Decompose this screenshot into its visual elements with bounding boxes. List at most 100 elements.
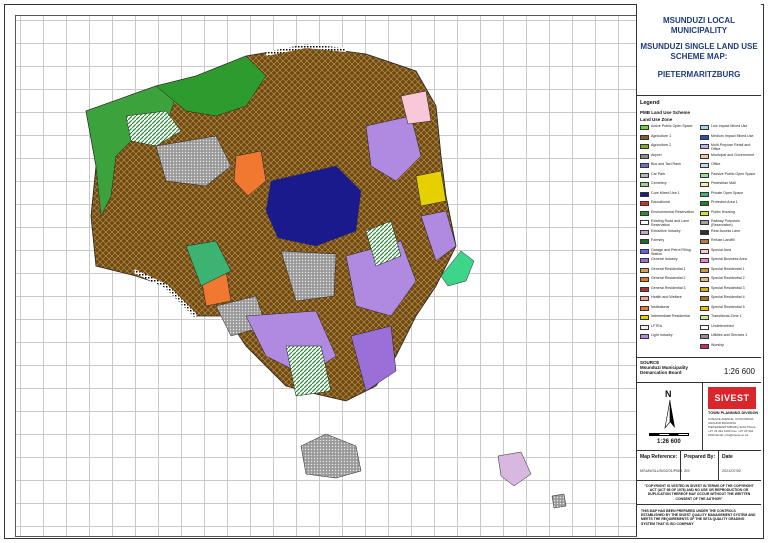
legend-label: Transitional Zone 1 — [711, 314, 742, 318]
legend-swatch — [700, 191, 709, 197]
legend-swatch — [700, 315, 709, 320]
legend-label: Extractive Industry — [651, 228, 681, 233]
north-arrow-icon — [664, 400, 675, 430]
legend-label: Municipal and Government — [711, 152, 754, 157]
legend-swatch — [640, 153, 649, 159]
legend-label: Public Housing — [711, 209, 735, 214]
legend-subheading-zone: Land Use Zone — [640, 117, 673, 122]
date-value: 2021/07/02 — [722, 469, 742, 473]
legend-label: Special Business Area — [711, 257, 747, 261]
legend-label: Health and Welfare — [651, 295, 682, 299]
legend-item: Environmental Reservation — [640, 210, 698, 218]
title-block: MSUNDUZI LOCAL MUNICIPALITY MSUNDUZI SIN… — [637, 4, 761, 96]
source-block: SOURCE Msunduzi Municipality Demarcation… — [637, 358, 761, 383]
legend-item: LFTEA — [640, 324, 698, 332]
copyright-text: "COPYRIGHT IS VESTED IN SIVEST IN TERMS … — [644, 484, 754, 501]
legend-item: Refuse Landfill — [700, 238, 758, 246]
legend-swatch — [640, 125, 649, 130]
prepared-by-value: ZM — [684, 469, 690, 473]
legend-item: Worship — [700, 343, 758, 351]
legend-swatch — [700, 277, 709, 282]
legend-item: Cemetery — [640, 181, 698, 189]
north-scale-text: 1:26 600 — [657, 439, 681, 445]
map-reference-value: MSUN/SLUS/02/01/PMB — [640, 469, 682, 473]
legend-swatch — [640, 315, 649, 320]
legend-label: Worship — [711, 342, 725, 347]
map-reference-cell: Map Reference: MSUN/SLUS/02/01/PMB — [637, 451, 682, 481]
legend-item: Active Public Open Space — [640, 124, 698, 132]
legend-item: Light Industry — [640, 333, 698, 341]
map-frame — [15, 15, 637, 537]
legend-label: Educational — [651, 200, 670, 204]
legend-swatch — [700, 134, 709, 140]
legend-label: Special Residential 3 — [711, 285, 745, 290]
legend-item: Medium Impact Mixed Use — [700, 134, 758, 142]
company-division: TOWN PLANNING DIVISION — [708, 411, 759, 415]
legend-label: Pedestrian Mall — [711, 181, 736, 185]
legend-item: Existing Road and Lane Reservation — [640, 219, 698, 227]
legend-label: Institutional — [651, 304, 670, 309]
legend-swatch — [640, 296, 649, 301]
prepared-by-label: Prepared By: — [684, 454, 716, 460]
municipality-title: MSUNDUZI LOCAL MUNICIPALITY — [663, 16, 735, 35]
legend-label: Cemetery — [651, 181, 667, 185]
legend-label: Special Residential 2 — [711, 276, 745, 280]
company-address: 4 PEACE AVENUE, CONCORDIA ANCHOR BUILDIN… — [708, 417, 757, 437]
legend-swatch — [640, 239, 649, 244]
legend-swatch — [640, 134, 649, 140]
legend-swatch — [640, 248, 649, 254]
legend-swatch — [640, 163, 649, 168]
legend-label: Railway Purposes (Reservation) — [711, 219, 740, 227]
legend-item: Multi-Purpose Retail and Office — [700, 143, 758, 151]
land-use-map — [85, 43, 567, 509]
legend-item: Forestry — [640, 238, 698, 246]
date-cell: Date 2021/07/02 — [719, 451, 761, 481]
legend-item: Bus and Taxi Rank — [640, 162, 698, 170]
legend-swatch — [700, 343, 709, 349]
legend-swatch — [700, 305, 709, 311]
legend-item: General Residential 1 — [640, 267, 698, 275]
legend-label: Utilities and Services 1 — [711, 333, 748, 337]
legend-item: General Industry — [640, 257, 698, 265]
legend-label: Environmental Reservation — [651, 209, 695, 214]
legend-item: Office — [700, 162, 758, 170]
legend-item: Special Residential 3 — [700, 286, 758, 294]
legend-item: Special Residential 5 — [700, 305, 758, 313]
legend-item: Intermediate Residential — [640, 314, 698, 322]
legend-label: Bus and Taxi Rank — [651, 162, 681, 166]
legend-item: Special Area — [700, 248, 758, 256]
legend-item: Rear Access Lane — [700, 229, 758, 237]
legend-swatch — [640, 201, 649, 206]
legend-item: General Residential 2 — [640, 276, 698, 284]
company-brand: SiVEST — [714, 393, 750, 403]
legend-swatch — [700, 239, 709, 244]
legend-swatch — [700, 258, 709, 263]
legend-swatch — [640, 191, 649, 197]
legend-item: Extractive Industry — [640, 229, 698, 237]
legend-swatch — [640, 229, 649, 235]
legend-label: Airport — [651, 152, 662, 157]
legend-item: General Residential 3 — [640, 286, 698, 294]
date-label: Date — [722, 454, 733, 460]
legend-label: Core Mixed Use 1 — [651, 190, 680, 195]
yellow-zone — [415, 170, 447, 207]
map-title: MSUNDUZI SINGLE LAND USE SCHEME MAP: — [640, 42, 758, 61]
legend-label: Rear Access Lane — [711, 228, 741, 233]
legend-item: Special Residential 4 — [700, 295, 758, 303]
legend-label: Protected Area 1 — [711, 200, 738, 204]
legend-swatch — [700, 229, 709, 235]
legend-swatch — [640, 220, 649, 225]
detached-pink-zone — [497, 451, 532, 487]
legend-item: Transitional Zone 1 — [700, 314, 758, 322]
legend-swatch — [700, 153, 709, 159]
legend-label: Car Park — [651, 171, 666, 176]
legend-item: Private Open Space — [700, 191, 758, 199]
legend-item: Special Business Area — [700, 257, 758, 265]
legend-swatch — [640, 286, 649, 292]
legend-label: Low Impact Mixed Use — [711, 124, 748, 128]
legend-label: Special Residential 5 — [711, 304, 745, 309]
legend-item: Undetermined — [700, 324, 758, 332]
legend: Legend PMB Land Use Scheme Land Use Zone… — [637, 96, 761, 358]
legend-item: Car Park — [640, 172, 698, 180]
legend-swatch — [700, 286, 709, 292]
